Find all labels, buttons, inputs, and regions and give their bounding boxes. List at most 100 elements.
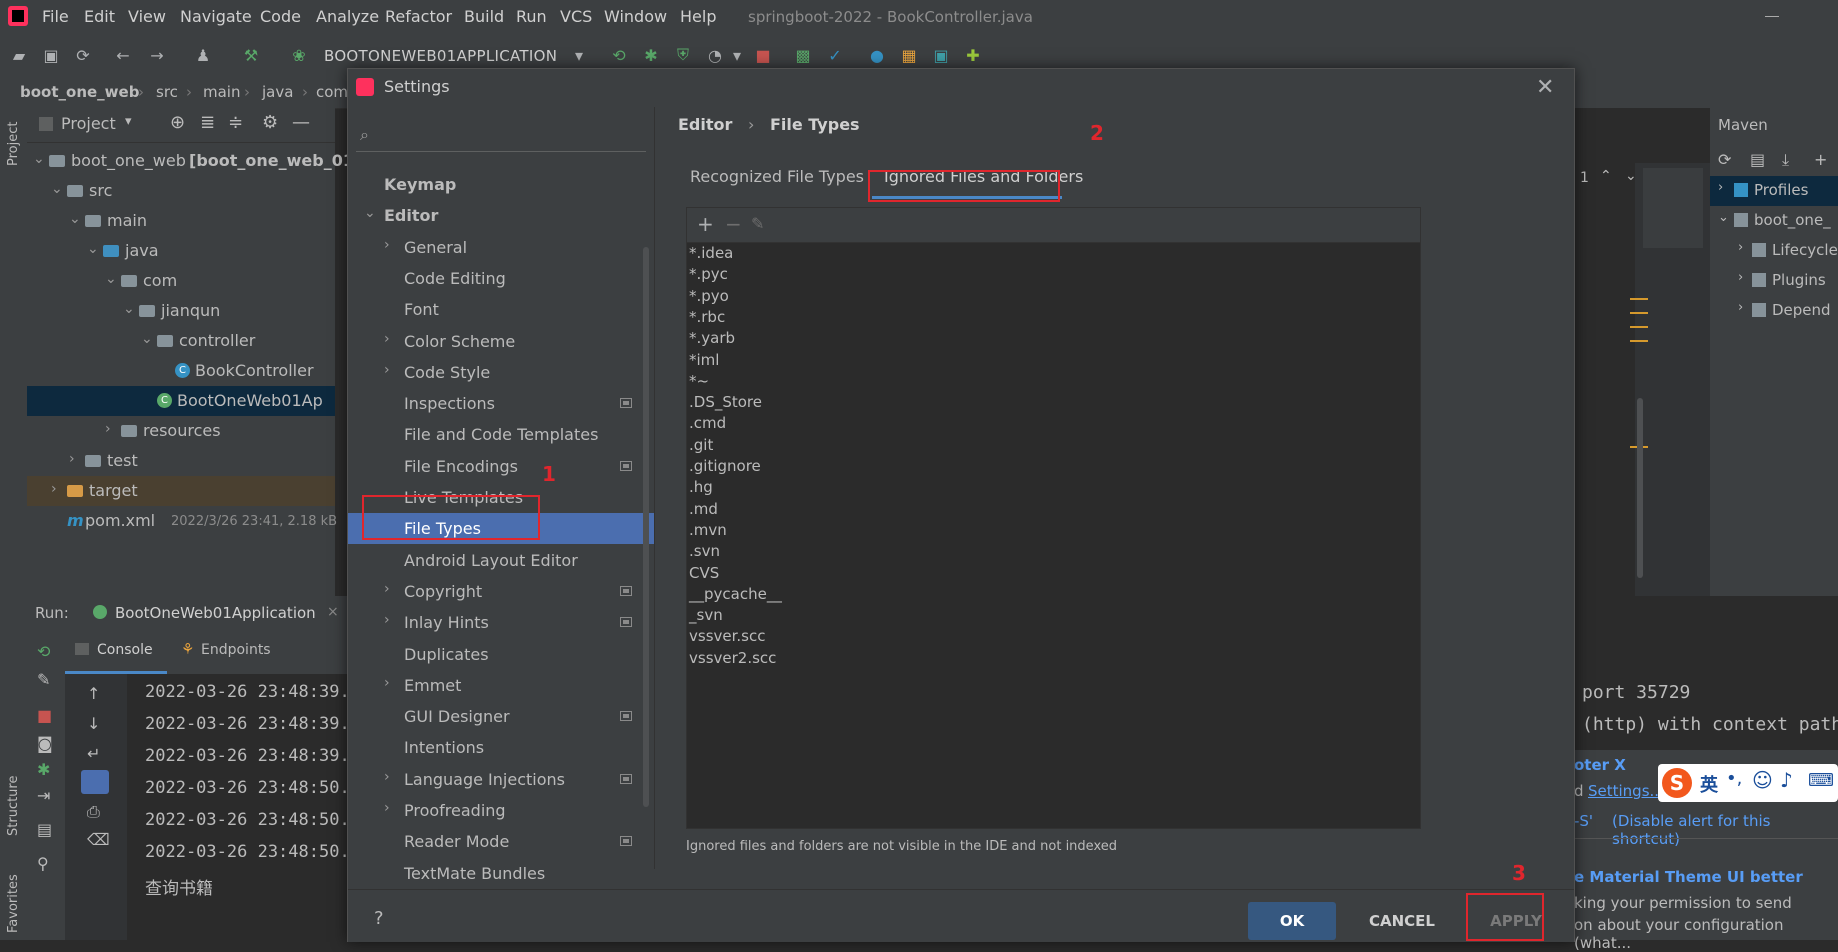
menu-edit[interactable]: Edit — [84, 7, 115, 26]
list-item[interactable]: _svn — [689, 606, 723, 624]
tree-item-bookcontroller[interactable]: C BookController — [27, 356, 335, 386]
menu-code[interactable]: Code — [260, 7, 301, 26]
coverage-icon[interactable]: ⛨ — [674, 45, 692, 64]
list-item[interactable]: CVS — [689, 564, 719, 582]
settings-item-file-encodings[interactable]: File Encodings — [348, 451, 654, 482]
chevron-down-icon[interactable]: ⌄ — [105, 271, 117, 287]
download-icon[interactable]: ⤓ — [1782, 150, 1789, 170]
locate-icon[interactable]: ⊕ — [170, 112, 185, 133]
project-tool-tab[interactable]: Project — [6, 122, 21, 166]
breadcrumb-item[interactable]: boot_one_web — [20, 83, 139, 101]
list-item[interactable]: *.pyo — [689, 287, 729, 305]
settings-item-copyright[interactable]: › Copyright — [348, 576, 654, 607]
maven-item-plugins[interactable]: › Plugins — [1710, 266, 1838, 296]
stop-icon[interactable]: ■ — [37, 706, 52, 725]
back-arrow-icon[interactable]: ← — [114, 46, 132, 65]
chevron-right-icon[interactable]: › — [1738, 270, 1743, 285]
ime-mode[interactable]: 英 — [1700, 771, 1718, 797]
settings-item-textmate-bundles[interactable]: TextMate Bundles — [348, 858, 654, 889]
monitor-icon[interactable]: ▩ — [794, 46, 812, 65]
settings-item-font[interactable]: Font — [348, 294, 654, 325]
wrench-icon[interactable]: ✎ — [37, 670, 50, 689]
tree-item-jianqun[interactable]: ⌄ jianqun — [27, 296, 335, 326]
open-folder-icon[interactable]: ▰ — [10, 46, 28, 65]
list-item[interactable]: *.idea — [689, 244, 733, 262]
run-config-select[interactable]: BOOTONEWEB01APPLICATION — [324, 47, 557, 65]
add-folder-icon[interactable]: ▤ — [1750, 150, 1765, 169]
settings-item-color-scheme[interactable]: › Color Scheme — [348, 326, 654, 357]
chevron-right-icon[interactable]: › — [384, 769, 390, 785]
list-item[interactable]: .gitignore — [689, 457, 761, 475]
list-item[interactable]: vssver2.scc — [689, 649, 776, 667]
settings-item-inspections[interactable]: Inspections — [348, 388, 654, 419]
emoji-icon[interactable]: ☺ — [1752, 768, 1773, 792]
chevron-right-icon[interactable]: › — [384, 675, 390, 691]
chevron-right-icon[interactable]: › — [1738, 300, 1743, 315]
keyboard-icon[interactable]: ⌨ — [1808, 770, 1834, 791]
project-view-select[interactable]: Project — [61, 114, 116, 133]
chevron-right-icon[interactable]: › — [384, 237, 390, 253]
build-hammer-icon[interactable]: ⚒ — [242, 46, 260, 65]
chevron-down-icon[interactable]: ⌄ — [1625, 168, 1637, 184]
chevron-down-icon[interactable]: ▾ — [570, 46, 588, 65]
disable-alert-link[interactable]: (Disable alert for this shortcut) — [1612, 812, 1838, 848]
favorites-tool-tab[interactable]: Favorites — [6, 874, 21, 933]
expand-all-icon[interactable]: ≣ — [200, 112, 215, 133]
settings-item-android-layout-editor[interactable]: Android Layout Editor — [348, 545, 654, 576]
rerun-icon[interactable]: ⟲ — [610, 46, 628, 65]
camera-icon[interactable]: ◙ — [37, 734, 53, 753]
terminal-icon[interactable]: ▣ — [932, 46, 950, 65]
chevron-right-icon[interactable]: › — [384, 581, 390, 597]
reload-icon[interactable]: ⟳ — [1718, 150, 1731, 169]
plugin-icon[interactable]: ✚ — [964, 46, 982, 65]
save-icon[interactable]: ▣ — [42, 46, 60, 65]
debug-icon[interactable]: ✱ — [642, 46, 660, 65]
list-item[interactable]: .DS_Store — [689, 393, 762, 411]
menu-help[interactable]: Help — [680, 7, 716, 26]
breadcrumb-item[interactable]: com — [316, 83, 348, 101]
breadcrumb-item[interactable]: src — [156, 83, 178, 101]
collapse-all-icon[interactable]: ≑ — [228, 112, 243, 133]
structure-icon[interactable]: ▦ — [900, 46, 918, 65]
hide-icon[interactable]: — — [292, 112, 310, 133]
list-item[interactable]: .git — [689, 436, 713, 454]
tab-recognized-file-types[interactable]: Recognized File Types — [690, 167, 864, 186]
tree-item-pom[interactable]: m pom.xml 2022/3/26 23:41, 2.18 kB — [27, 506, 337, 536]
tree-item-target[interactable]: › target — [27, 476, 335, 506]
arrow-down-icon[interactable]: ↓ — [87, 714, 100, 733]
chevron-down-icon[interactable]: ⌄ — [69, 211, 81, 227]
tree-item-controller[interactable]: ⌄ controller — [27, 326, 335, 356]
list-item[interactable]: *iml — [689, 351, 719, 369]
profile-icon[interactable]: ◔ — [706, 46, 724, 65]
menu-file[interactable]: File — [42, 7, 69, 26]
list-item[interactable]: *.pyc — [689, 265, 728, 283]
list-item[interactable]: *.rbc — [689, 308, 725, 326]
arrow-up-icon[interactable]: ↑ — [87, 684, 100, 703]
settings-item-reader-mode[interactable]: Reader Mode — [348, 826, 654, 857]
close-icon[interactable]: × — [327, 604, 339, 620]
breadcrumb-parent[interactable]: Editor — [678, 115, 732, 134]
tab-console[interactable]: Console — [97, 642, 153, 658]
maven-item-profiles[interactable]: › Profiles — [1710, 176, 1838, 206]
menu-vcs[interactable]: VCS — [560, 7, 592, 26]
settings-item-intentions[interactable]: Intentions — [348, 732, 654, 763]
close-icon[interactable]: ✕ — [1536, 75, 1554, 100]
chevron-down-icon[interactable]: ▾ — [125, 114, 132, 129]
stop-icon[interactable]: ■ — [754, 46, 772, 65]
menu-analyze[interactable]: Analyze — [316, 7, 379, 26]
maven-item-lifecycle[interactable]: › Lifecycle — [1710, 236, 1838, 266]
settings-tree-scrollbar[interactable] — [643, 247, 649, 807]
tree-item-resources[interactable]: › resources — [27, 416, 335, 446]
chevron-down-icon[interactable]: ⌄ — [33, 151, 45, 167]
menu-navigate[interactable]: Navigate — [180, 7, 252, 26]
forward-arrow-icon[interactable]: → — [148, 46, 166, 65]
chevron-right-icon[interactable]: › — [384, 612, 390, 628]
settings-item-code-editing[interactable]: Code Editing — [348, 263, 654, 294]
tree-item-com[interactable]: ⌄ com — [27, 266, 335, 296]
menu-view[interactable]: View — [128, 7, 166, 26]
sync-icon[interactable]: ⟳ — [74, 46, 92, 65]
settings-item-gui-designer[interactable]: GUI Designer — [348, 701, 654, 732]
settings-item-inlay-hints[interactable]: › Inlay Hints — [348, 607, 654, 638]
settings-link[interactable]: Settings... — [1588, 782, 1664, 800]
user-icon[interactable]: ♟ — [194, 46, 212, 65]
